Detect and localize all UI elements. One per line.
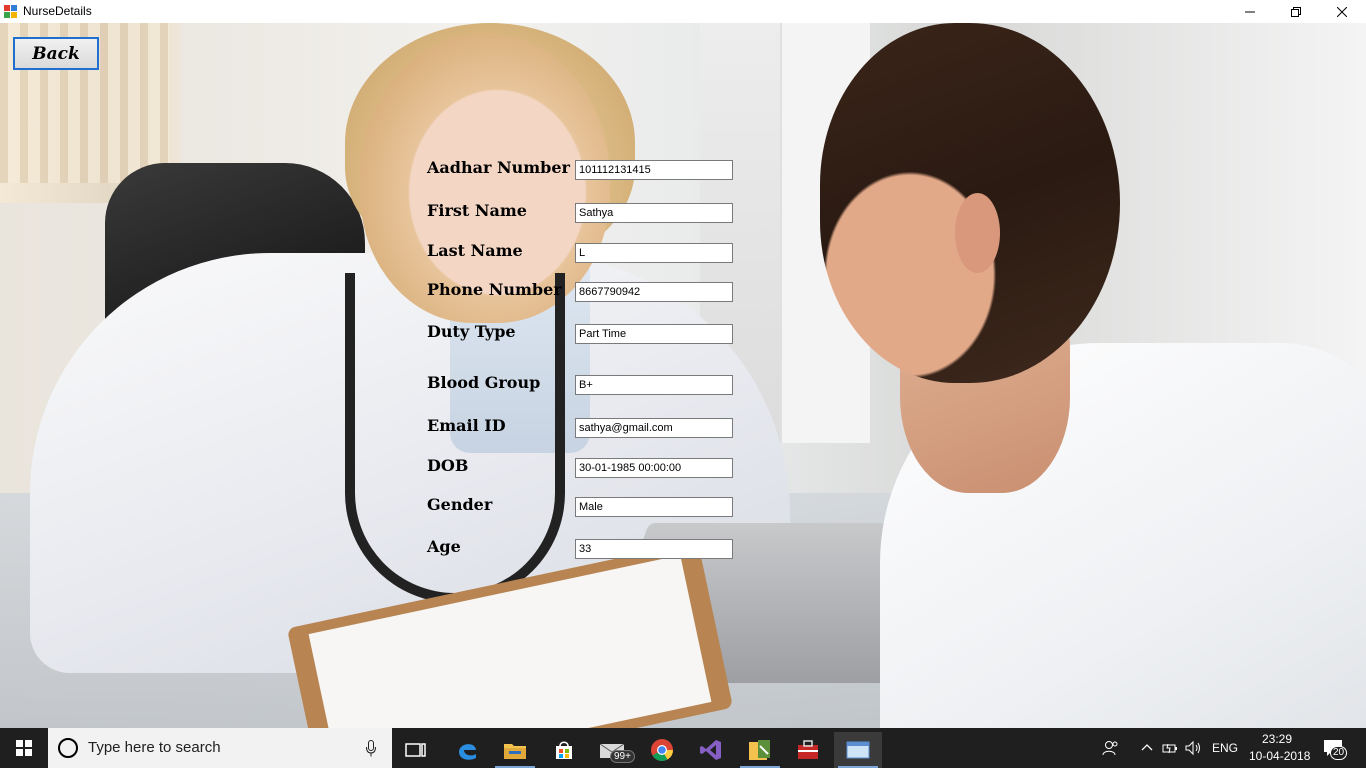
- action-center-button[interactable]: 20: [1320, 736, 1350, 762]
- volume-icon[interactable]: [1184, 739, 1202, 757]
- store-icon: [556, 741, 572, 759]
- clock-date[interactable]: 10-04-2018: [1249, 749, 1310, 763]
- label-first-name: First Name: [427, 201, 527, 220]
- taskbar: Type here to search 99+ ENG 23:29 10-04-…: [0, 728, 1366, 768]
- notification-count: 20: [1330, 746, 1348, 760]
- label-dob: DOB: [427, 456, 469, 475]
- label-aadhar-number: Aadhar Number: [427, 158, 570, 177]
- title-bar: NurseDetails: [0, 0, 1366, 23]
- label-age: Age: [427, 537, 461, 556]
- label-gender: Gender: [427, 495, 493, 514]
- app-icon: [4, 5, 18, 18]
- maximize-button[interactable]: [1273, 0, 1319, 23]
- age-field[interactable]: [575, 539, 733, 559]
- task-view-icon: [405, 743, 426, 757]
- label-last-name: Last Name: [427, 241, 523, 260]
- close-icon: [1337, 6, 1347, 17]
- language-indicator[interactable]: ENG: [1212, 741, 1238, 755]
- task-view-button[interactable]: [392, 732, 440, 768]
- email-id-field[interactable]: [575, 418, 733, 438]
- people-icon[interactable]: [1102, 739, 1120, 757]
- file-explorer-button[interactable]: [491, 732, 539, 768]
- label-phone-number: Phone Number: [427, 280, 562, 299]
- close-button[interactable]: [1319, 0, 1365, 23]
- window-icon: [846, 741, 870, 759]
- chrome-button[interactable]: [638, 732, 686, 768]
- mail-button[interactable]: 99+: [588, 732, 636, 768]
- tools-icon: [749, 740, 770, 760]
- label-blood-group: Blood Group: [427, 373, 541, 392]
- edge-icon: [459, 744, 476, 760]
- phone-number-field[interactable]: [575, 282, 733, 302]
- microphone-icon[interactable]: [366, 740, 376, 757]
- first-name-field[interactable]: [575, 203, 733, 223]
- last-name-field[interactable]: [575, 243, 733, 263]
- back-button[interactable]: Back: [13, 37, 99, 70]
- windows-icon: [16, 740, 32, 756]
- gender-field[interactable]: [575, 497, 733, 517]
- restore-icon: [1291, 6, 1301, 17]
- nursedetails-window-button[interactable]: [834, 732, 882, 768]
- dob-field[interactable]: [575, 458, 733, 478]
- client-area: Back Aadhar Number First Name Last Name …: [0, 23, 1366, 728]
- label-email-id: Email ID: [427, 416, 506, 435]
- clock-time[interactable]: 23:29: [1262, 732, 1292, 746]
- taskbar-search-box[interactable]: Type here to search: [48, 728, 392, 768]
- visual-studio-button[interactable]: [687, 732, 735, 768]
- app-red-button[interactable]: [784, 732, 832, 768]
- cortana-icon: [58, 738, 78, 758]
- store-button[interactable]: [540, 732, 588, 768]
- label-duty-type: Duty Type: [427, 322, 516, 341]
- blood-group-field[interactable]: [575, 375, 733, 395]
- power-icon[interactable]: [1161, 739, 1179, 757]
- settings-tool-button[interactable]: [736, 732, 784, 768]
- visual-studio-icon: [700, 740, 721, 760]
- chrome-icon: [651, 739, 673, 761]
- mail-badge: 99+: [610, 750, 635, 763]
- chevron-up-icon[interactable]: [1138, 739, 1156, 757]
- folder-icon: [504, 744, 526, 759]
- aadhar-number-field[interactable]: [575, 160, 733, 180]
- edge-button[interactable]: [443, 732, 491, 768]
- briefcase-icon: [798, 740, 818, 759]
- window-title: NurseDetails: [23, 4, 92, 18]
- duty-type-field[interactable]: [575, 324, 733, 344]
- search-placeholder: Type here to search: [88, 739, 221, 756]
- minimize-icon: [1245, 11, 1255, 12]
- start-button[interactable]: [0, 728, 48, 768]
- minimize-button[interactable]: [1227, 0, 1273, 23]
